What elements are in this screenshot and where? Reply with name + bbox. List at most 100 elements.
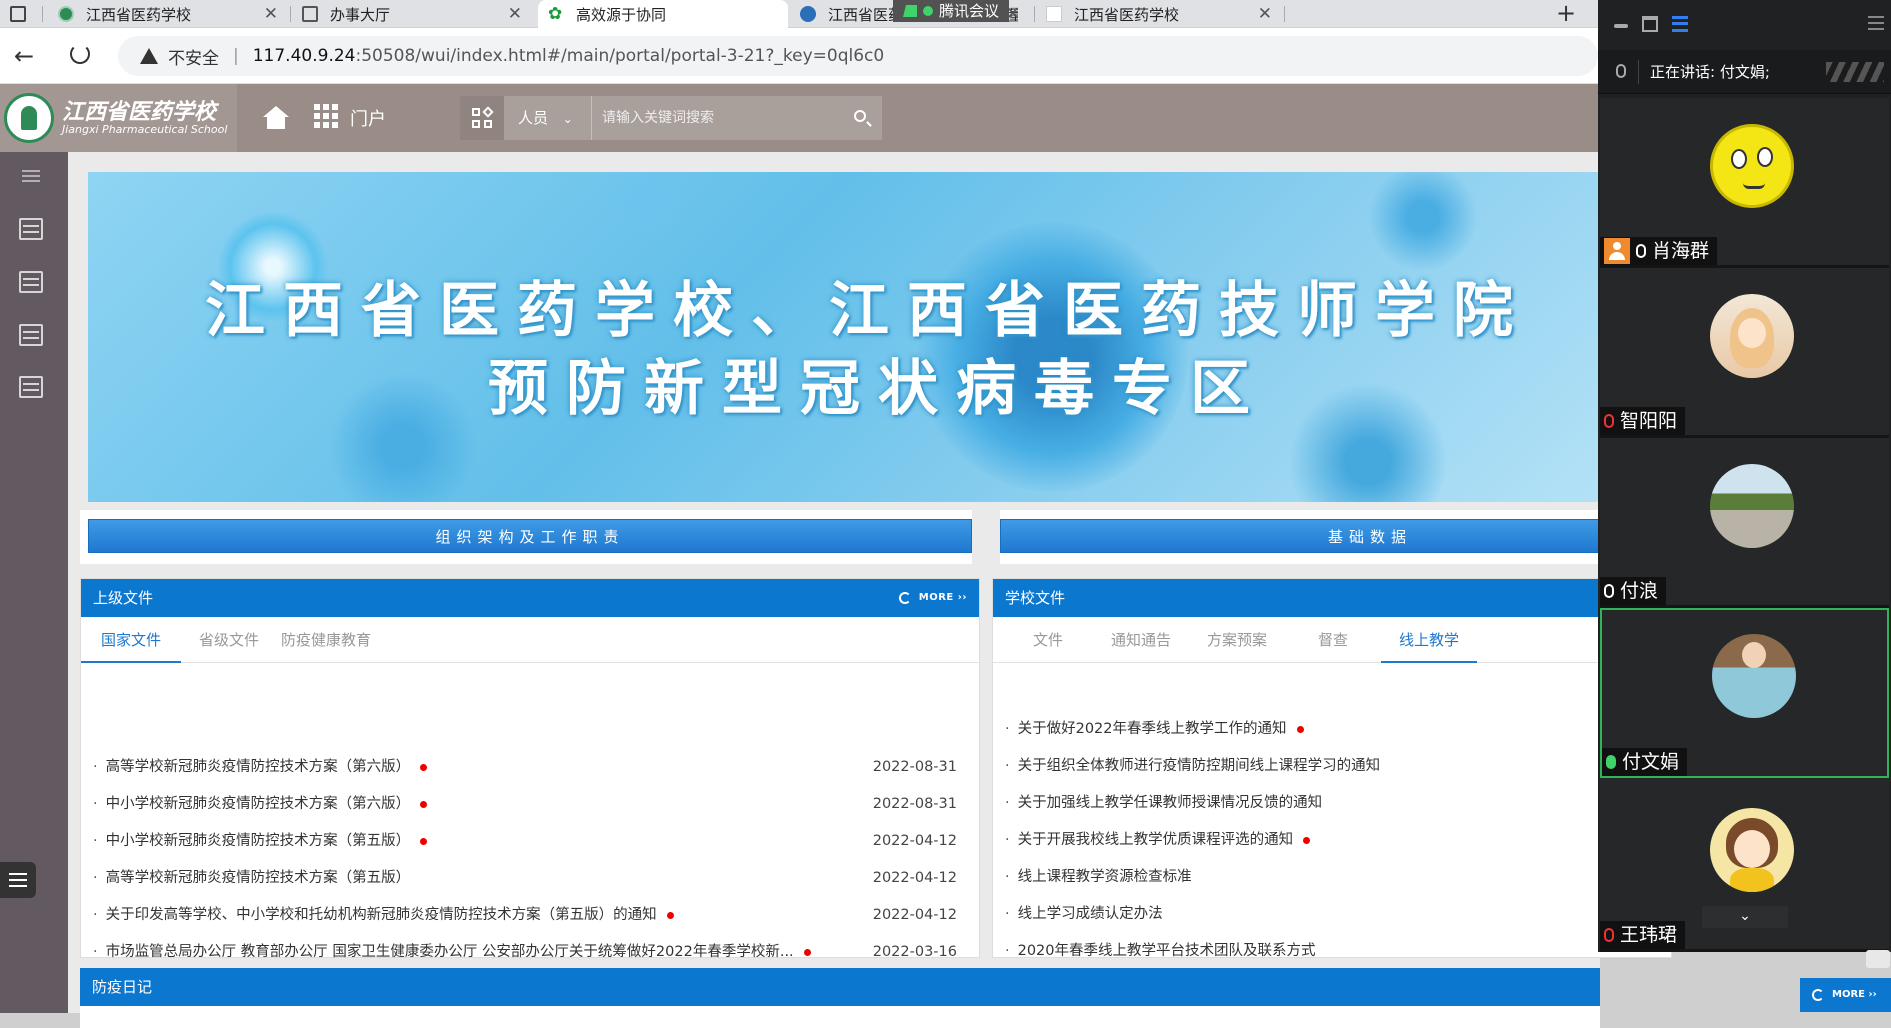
- participant-tile[interactable]: 肖海群: [1600, 98, 1889, 268]
- org-structure-button[interactable]: 组织架构及工作职责: [88, 519, 972, 553]
- document-link[interactable]: · 关于做好2022年春季线上教学工作的通知: [1005, 711, 1304, 747]
- search-type-icon[interactable]: [460, 96, 504, 140]
- document-link[interactable]: · 市场监管总局办公厅 教育部办公厅 国家卫生健康委办公厅 公安部办公厅关于统筹做…: [93, 934, 811, 970]
- tab-health-education[interactable]: 防疫健康教育: [281, 617, 371, 663]
- participant-tile[interactable]: ⌄ 王玮珺: [1600, 778, 1889, 952]
- refresh-icon[interactable]: [1812, 989, 1824, 1001]
- sidebar-layout-icon-4[interactable]: [19, 376, 43, 398]
- sidebar-layout-icon-1[interactable]: [19, 218, 43, 240]
- document-link[interactable]: · 线上课程教学资源检查标准: [1005, 859, 1192, 895]
- bullet-icon: ·: [1005, 943, 1010, 959]
- logo-chinese-name: 江西省医药学校: [62, 98, 217, 125]
- document-link[interactable]: · 关于印发高等学校、中小学校和托幼机构新冠肺炎疫情防控技术方案（第五版）的通知: [93, 897, 674, 933]
- new-indicator-dot-icon: [1296, 725, 1304, 733]
- document-link[interactable]: · 线上学习成绩认定办法: [1005, 896, 1163, 932]
- banner-title-line-1: 江西省医药学校、江西省医药技师学院: [205, 276, 1531, 346]
- left-sidebar: [0, 152, 68, 1013]
- document-link[interactable]: · 高等学校新冠肺炎疫情防控技术方案（第五版）: [93, 860, 410, 896]
- document-date: 2022-08-31: [872, 796, 957, 812]
- new-indicator-dot-icon: [803, 948, 811, 956]
- collapse-menu-icon[interactable]: [22, 170, 40, 182]
- tab-notices[interactable]: 通知通告: [1111, 617, 1171, 663]
- search-input[interactable]: [592, 96, 842, 140]
- participant-name-tag: 付浪: [1600, 577, 1667, 605]
- covid-banner[interactable]: 江西省医药学校、江西省医药技师学院 预防新型冠状病毒专区: [88, 172, 1668, 502]
- url-field[interactable]: 不安全 | 117.40.9.24 :50508/wui/index.html#…: [118, 36, 1598, 76]
- bullet-icon: ·: [1005, 906, 1010, 922]
- url-path: :50508/wui/index.html#/main/portal/porta…: [355, 46, 885, 66]
- document-title: 中小学校新冠肺炎疫情防控技术方案（第六版）: [105, 796, 411, 812]
- portal-main: 江西省医药学校、江西省医药技师学院 预防新型冠状病毒专区 组织架构及工作职责 基…: [68, 152, 1740, 1028]
- new-tab-plus-icon[interactable]: +: [1556, 0, 1576, 26]
- portal-menu-label[interactable]: 门户: [350, 105, 386, 131]
- browser-tab-5[interactable]: 江西省医药学校 ✕: [1036, 0, 1282, 28]
- tab-provincial-docs[interactable]: 省级文件: [199, 617, 259, 663]
- layout-list-icon[interactable]: [1672, 16, 1688, 32]
- tab-plans[interactable]: 方案预案: [1207, 617, 1267, 663]
- participant-tile-active-speaker[interactable]: 付文娟: [1600, 608, 1889, 778]
- document-link[interactable]: · 关于组织全体教师进行疫情防控期间线上课程学习的通知: [1005, 748, 1380, 784]
- back-arrow-icon[interactable]: ←: [14, 42, 34, 70]
- sidebar-layout-icon-2[interactable]: [19, 271, 43, 293]
- sidebar-layout-icon-3[interactable]: [19, 324, 43, 346]
- document-title: 高等学校新冠肺炎疫情防控技术方案（第六版）: [105, 759, 411, 775]
- avatar: [1712, 634, 1796, 718]
- more-link[interactable]: MORE ››: [919, 579, 967, 617]
- tab-actions-icon[interactable]: [10, 6, 26, 22]
- home-icon[interactable]: [263, 106, 289, 129]
- close-tab-icon[interactable]: ✕: [264, 4, 278, 24]
- participant-name-tag: 肖海群: [1600, 237, 1718, 265]
- list-menu-icon[interactable]: [0, 862, 36, 898]
- search-scope-select[interactable]: 人员 ⌄: [504, 96, 592, 140]
- bullet-icon: ·: [93, 759, 98, 775]
- superior-documents-panel: 上级文件 MORE ›› 国家文件 省级文件 防疫健康教育 · 高等学校新冠肺炎疫…: [80, 578, 980, 997]
- tab-title: 办事大厅: [330, 5, 391, 24]
- refresh-icon[interactable]: [898, 592, 911, 604]
- tab-inspection[interactable]: 督查: [1318, 617, 1348, 663]
- browser-tab-3-active[interactable]: ✿ 高效源于协同: [538, 0, 788, 28]
- close-tab-icon[interactable]: ✕: [1258, 4, 1272, 24]
- document-title: 2020年春季线上教学平台技术团队及联系方式: [1017, 943, 1316, 959]
- minimize-icon[interactable]: [1614, 24, 1628, 28]
- document-link[interactable]: · 中小学校新冠肺炎疫情防控技术方案（第六版）: [93, 786, 428, 822]
- meeting-overlay-label: 腾讯会议: [893, 0, 1009, 22]
- participant-tile[interactable]: 智阳阳: [1600, 268, 1889, 438]
- panel-tabs: 文件 通知通告 方案预案 督查 线上教学: [993, 617, 1671, 663]
- reload-icon[interactable]: [70, 44, 90, 64]
- bullet-icon: ·: [93, 870, 98, 886]
- tab-national-docs[interactable]: 国家文件: [81, 617, 181, 663]
- document-link[interactable]: · 关于加强线上教学任课教师授课情况反馈的通知: [1005, 785, 1322, 821]
- new-indicator-dot-icon: [420, 800, 428, 808]
- browser-tab-2[interactable]: 办事大厅 ✕: [292, 0, 532, 28]
- apps-grid-icon[interactable]: [314, 104, 338, 128]
- school-favicon-icon: [58, 6, 74, 22]
- school-logo[interactable]: 江西省医药学校 Jiangxi Pharmaceutical School: [0, 84, 237, 152]
- window-icon[interactable]: [1642, 16, 1658, 32]
- new-indicator-dot-icon: [1303, 836, 1311, 844]
- scroll-down-button[interactable]: ⌄: [1702, 906, 1788, 928]
- panel-title: 防疫日记: [92, 978, 153, 996]
- document-link[interactable]: · 中小学校新冠肺炎疫情防控技术方案（第五版）: [93, 823, 428, 859]
- speaking-text: 正在讲话: 付文娟;: [1650, 63, 1770, 81]
- document-link[interactable]: · 高等学校新冠肺炎疫情防控技术方案（第六版）: [93, 749, 428, 785]
- search-icon[interactable]: [842, 96, 882, 140]
- microphone-icon: [1636, 244, 1646, 258]
- tab-online-teaching[interactable]: 线上教学: [1381, 617, 1477, 663]
- panel-header: 防疫日记: [80, 968, 1600, 1006]
- meeting-resize-icon[interactable]: [1866, 950, 1890, 968]
- document-link[interactable]: · 关于开展我校线上教学优质课程评选的通知: [1005, 822, 1311, 858]
- new-indicator-dot-icon: [420, 837, 428, 845]
- meeting-toolbar: [1598, 0, 1891, 50]
- microphone-icon: [1604, 584, 1614, 598]
- document-icon: [302, 6, 318, 22]
- tencent-meeting-panel: 正在讲话: 付文娟; 肖海群 智阳阳 付浪 付文娟 ⌄ 王玮珺: [1598, 0, 1891, 952]
- document-link[interactable]: · 2020年春季线上教学平台技术团队及联系方式: [1005, 933, 1316, 969]
- panel-header: 上级文件 MORE ››: [81, 579, 979, 617]
- url-host: 117.40.9.24: [252, 46, 356, 66]
- tab-files[interactable]: 文件: [1033, 617, 1063, 663]
- bottom-more-link[interactable]: MORE ››: [1800, 978, 1891, 1012]
- more-menu-icon[interactable]: [1868, 16, 1884, 30]
- close-tab-icon[interactable]: ✕: [508, 4, 522, 24]
- browser-tab-1[interactable]: 江西省医药学校 ✕: [48, 0, 288, 28]
- participant-tile[interactable]: 付浪: [1600, 438, 1889, 608]
